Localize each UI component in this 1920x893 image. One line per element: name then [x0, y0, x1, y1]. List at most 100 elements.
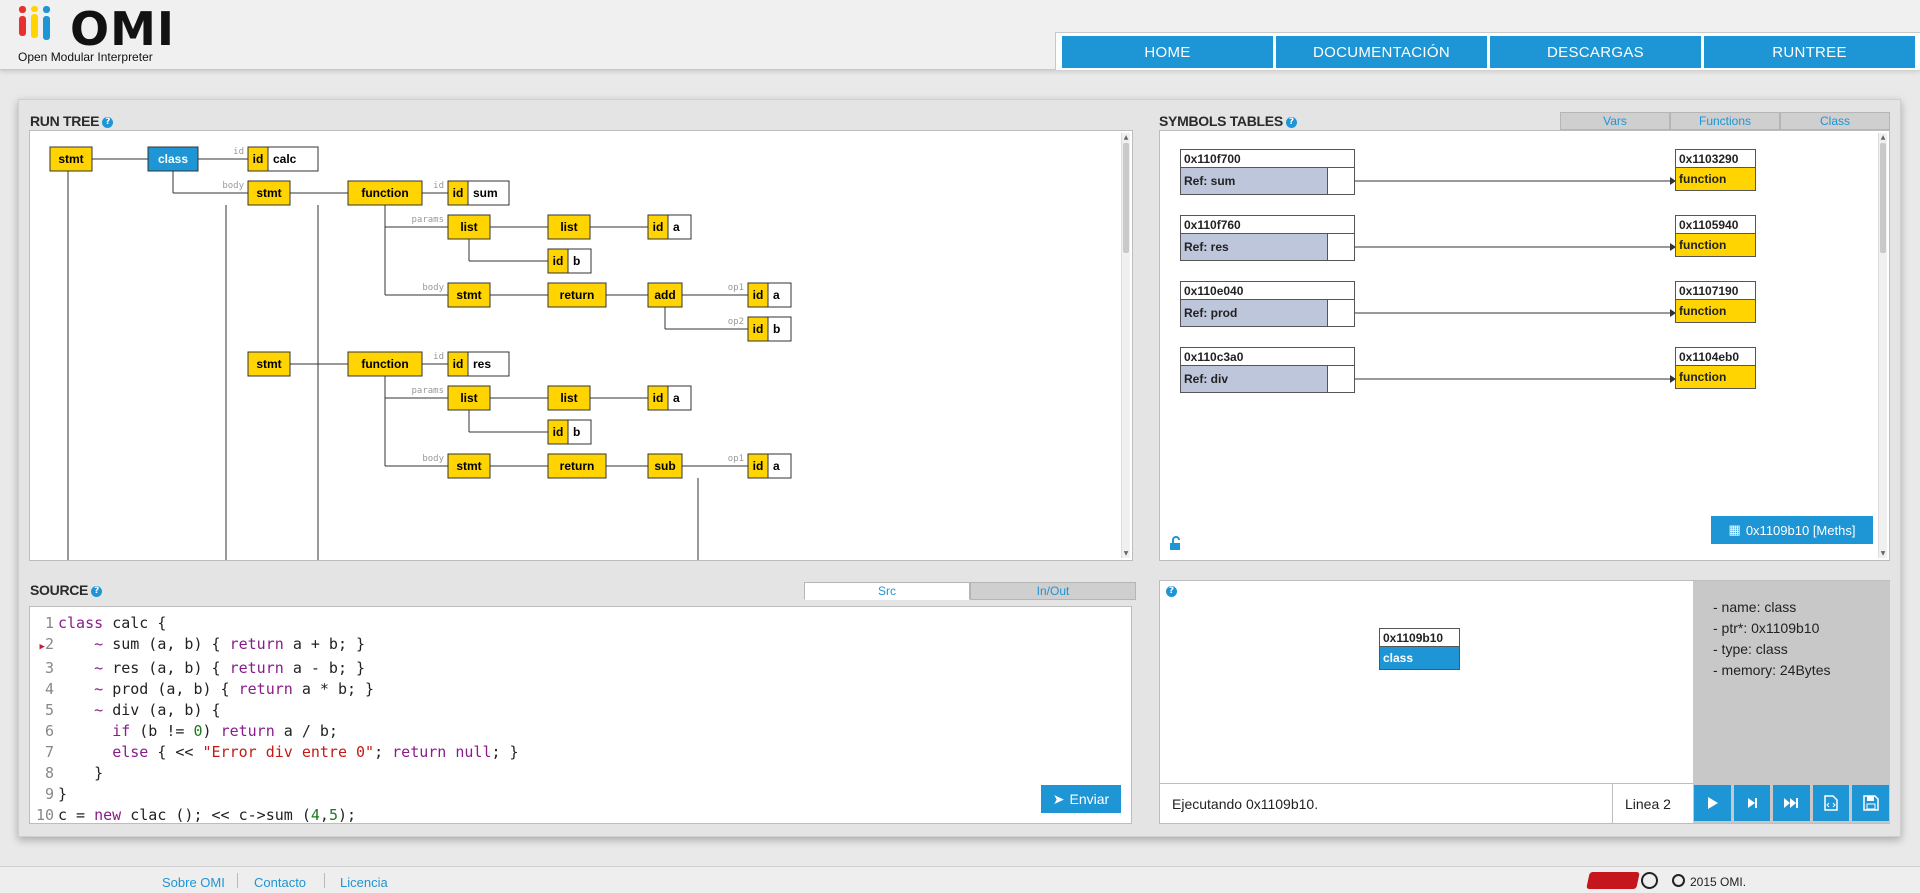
tab-class[interactable]: Class	[1780, 112, 1890, 130]
cc-icon[interactable]	[1641, 872, 1658, 889]
code-line[interactable]: 7 else { << "Error div entre 0"; return …	[30, 742, 519, 763]
target-address: 0x1105940	[1676, 216, 1755, 234]
tab-vars[interactable]: Vars	[1560, 112, 1670, 130]
nav-runtree[interactable]: RUNTREE	[1704, 36, 1915, 68]
node-value: sum	[473, 186, 498, 200]
symbol-target-box[interactable]: 0x1103290 function	[1675, 149, 1756, 191]
play-icon[interactable]	[1694, 785, 1731, 821]
code-line[interactable]: 5 ~ div (a, b) {	[30, 700, 519, 721]
nav-documentacion[interactable]: DOCUMENTACIÓN	[1276, 36, 1487, 68]
tree-node-class[interactable]: class	[147, 146, 199, 172]
node-value: a	[673, 220, 680, 234]
footer-link-licencia[interactable]: Licencia	[340, 875, 388, 890]
target-type: function	[1676, 168, 1755, 190]
code-line[interactable]: 1 class calc {	[30, 613, 519, 634]
send-button[interactable]: ➤ Enviar	[1041, 785, 1121, 813]
tab-in-out[interactable]: In/Out	[970, 582, 1136, 600]
tree-node-list[interactable]: list	[547, 385, 591, 411]
tree-node-stmt[interactable]: stmt	[247, 180, 291, 206]
symbol-target-box[interactable]: 0x1107190 function	[1675, 281, 1756, 323]
nav-descargas[interactable]: DESCARGAS	[1490, 36, 1701, 68]
edge-label: id	[433, 352, 444, 362]
edge-label: body	[422, 454, 444, 464]
tree-node-function[interactable]: function	[347, 351, 423, 377]
tree-node-list[interactable]: list	[547, 214, 591, 240]
code-line[interactable]: 9}	[30, 784, 519, 805]
target-type: function	[1676, 234, 1755, 256]
object-node[interactable]: 0x1109b10 class	[1379, 628, 1460, 670]
tree-node-id[interactable]: id b	[547, 248, 592, 274]
line-number: 9	[44, 785, 54, 803]
symbol-target-box[interactable]: 0x1105940 function	[1675, 215, 1756, 257]
runtree-panel[interactable]: id body id params body op1 op2 id params body op1 s…	[29, 130, 1133, 561]
tab-functions[interactable]: Functions	[1670, 112, 1780, 130]
runtree-graph[interactable]: id body id params body op1 op2 id params body op1 s…	[30, 131, 1120, 560]
edge-label: body	[422, 283, 444, 293]
meths-button[interactable]: ▦ 0x1109b10 [Meths]	[1711, 516, 1873, 544]
code-line[interactable]: 3 ~ res (a, b) { return a - b; }	[30, 658, 519, 679]
help-icon[interactable]: ?	[1285, 116, 1297, 128]
fast-forward-icon[interactable]	[1773, 785, 1810, 821]
tree-node-list[interactable]: list	[447, 214, 491, 240]
step-icon[interactable]	[1733, 785, 1771, 821]
code-file-icon[interactable]	[1812, 785, 1850, 821]
omi-logo[interactable]: OMI Open Modular Interpreter	[18, 2, 178, 66]
code-line[interactable]: 6 if (b != 0) return a / b;	[30, 721, 519, 742]
tree-node-add[interactable]: add	[647, 282, 683, 308]
tree-node-id[interactable]: id res	[447, 351, 510, 377]
nav-home[interactable]: HOME	[1062, 36, 1273, 68]
logo-dot-yellow	[31, 6, 38, 12]
line-number: 5	[44, 701, 54, 719]
source-editor[interactable]: 1 class calc {▶2 ~ sum (a, b) { return a …	[29, 606, 1132, 824]
code-line[interactable]: 8 }	[30, 763, 519, 784]
code-line[interactable]: 4 ~ prod (a, b) { return a * b; }	[30, 679, 519, 700]
node-value: b	[773, 322, 780, 336]
runtree-scrollbar[interactable]: ▲ ▼	[1121, 133, 1130, 558]
symbols-scrollbar[interactable]: ▲ ▼	[1878, 133, 1887, 558]
tree-node-id[interactable]: id a	[747, 453, 792, 479]
node-value: a	[773, 459, 780, 473]
tree-node-id[interactable]: id calc	[247, 146, 319, 172]
symbol-ref-box[interactable]: 0x110e040 Ref: prod	[1180, 281, 1355, 327]
symbol-ref-box[interactable]: 0x110f700 Ref: sum	[1180, 149, 1355, 195]
code-line[interactable]: 10 c = new clac (); << c->sum (4,5);	[30, 805, 519, 826]
symbol-ref-box[interactable]: 0x110c3a0 Ref: div	[1180, 347, 1355, 393]
tree-node-id[interactable]: id b	[547, 419, 592, 445]
edge-label: id	[233, 147, 244, 157]
tree-node-id[interactable]: id a	[647, 214, 692, 240]
line-number: 3	[44, 659, 54, 677]
tab-src[interactable]: Src	[804, 582, 970, 600]
tree-node-stmt[interactable]: stmt	[49, 146, 93, 172]
tree-node-id[interactable]: id sum	[447, 180, 510, 206]
tree-node-sub[interactable]: sub	[647, 453, 683, 479]
tree-node-id[interactable]: id a	[647, 385, 692, 411]
symbols-panel[interactable]: 0x110f700 Ref: sum 0x1103290 function 0x110f…	[1159, 130, 1890, 561]
object-info: - name: class - ptr*: 0x1109b10 - type: …	[1693, 581, 1890, 783]
tree-node-id[interactable]: id a	[747, 282, 792, 308]
code-line[interactable]: ▶2 ~ sum (a, b) { return a + b; }	[30, 634, 519, 658]
footer-divider	[237, 873, 238, 888]
main-workspace: RUN TREE? id body id params body op1 op2 id para…	[18, 99, 1901, 837]
tree-node-function[interactable]: function	[347, 180, 423, 206]
footer-link-sobre[interactable]: Sobre OMI	[162, 875, 225, 890]
tree-node-list[interactable]: list	[447, 385, 491, 411]
unlock-icon[interactable]	[1168, 536, 1184, 552]
help-icon[interactable]: ?	[1166, 586, 1177, 597]
tree-node-stmt[interactable]: stmt	[247, 351, 291, 377]
footer-link-contacto[interactable]: Contacto	[254, 875, 306, 890]
symbol-target-box[interactable]: 0x1104eb0 function	[1675, 347, 1756, 389]
source-title: SOURCE?	[30, 582, 103, 598]
symbol-ref-box[interactable]: 0x110f760 Ref: res	[1180, 215, 1355, 261]
help-icon[interactable]: ?	[102, 116, 114, 128]
header: OMI Open Modular Interpreter HOME DOCUME…	[0, 0, 1920, 70]
tree-node-stmt[interactable]: stmt	[447, 453, 491, 479]
gpl-badge-icon[interactable]	[1586, 872, 1640, 889]
node-label: id	[653, 391, 664, 405]
tree-node-stmt[interactable]: stmt	[447, 282, 491, 308]
code-lines[interactable]: 1 class calc {▶2 ~ sum (a, b) { return a …	[30, 613, 519, 826]
save-icon[interactable]	[1852, 785, 1889, 821]
tree-node-return[interactable]: return	[547, 282, 607, 308]
tree-node-id[interactable]: id b	[747, 316, 792, 342]
help-icon[interactable]: ?	[91, 585, 103, 597]
tree-node-return[interactable]: return	[547, 453, 607, 479]
